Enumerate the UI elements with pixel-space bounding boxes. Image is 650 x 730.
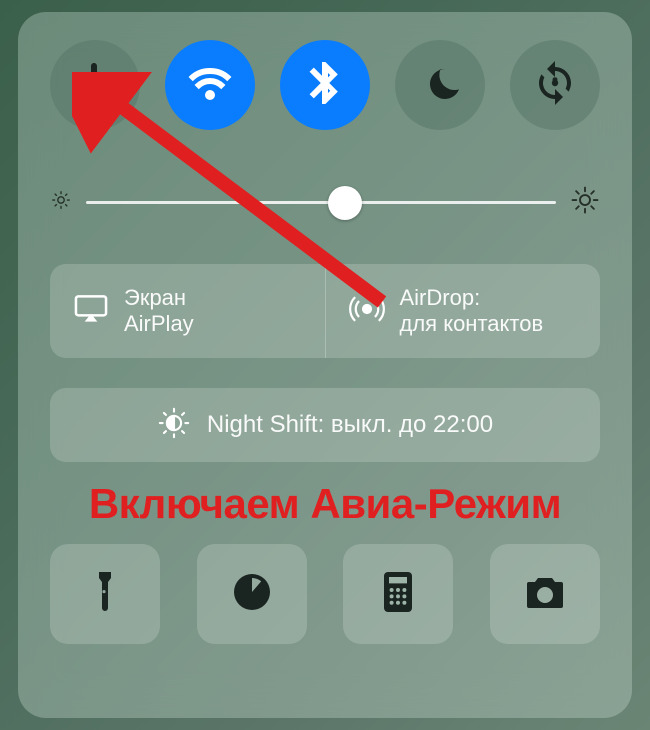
calculator-button[interactable] [343,544,453,644]
do-not-disturb-toggle[interactable] [395,40,485,130]
rotation-lock-icon [531,59,579,112]
night-shift-label: Night Shift: выкл. до 22:00 [207,411,493,439]
brightness-high-icon [570,185,600,220]
brightness-low-icon [50,189,72,216]
control-center-panel: Экран AirPlay AirDrop: для контактов Nig… [18,12,632,718]
brightness-slider[interactable] [86,201,556,204]
airdrop-icon [348,290,386,333]
bluetooth-icon [301,59,349,112]
timer-button[interactable] [197,544,307,644]
brightness-slider-thumb[interactable] [328,186,362,220]
brightness-slider-row [50,185,600,220]
airdrop-label: AirDrop: для контактов [400,285,544,338]
flashlight-icon [81,568,129,621]
rotation-lock-toggle[interactable] [510,40,600,130]
airplay-airdrop-row: Экран AirPlay AirDrop: для контактов [50,264,600,358]
connectivity-toggles [50,40,600,130]
airplay-label: Экран AirPlay [124,285,194,338]
shortcut-row [50,544,600,644]
airdrop-button[interactable]: AirDrop: для контактов [326,264,601,358]
flashlight-button[interactable] [50,544,160,644]
bluetooth-toggle[interactable] [280,40,370,130]
wifi-icon [186,59,234,112]
wifi-toggle[interactable] [165,40,255,130]
night-shift-button[interactable]: Night Shift: выкл. до 22:00 [50,388,600,462]
airplay-icon [72,290,110,333]
camera-button[interactable] [490,544,600,644]
calculator-icon [374,568,422,621]
annotation-text: Включаем Авиа-Режим [50,480,600,528]
moon-icon [416,59,464,112]
night-shift-icon [157,406,191,445]
camera-icon [521,568,569,621]
timer-icon [228,568,276,621]
airplane-mode-toggle[interactable] [50,40,140,130]
airplay-button[interactable]: Экран AirPlay [50,264,326,358]
airplane-icon [71,59,119,112]
